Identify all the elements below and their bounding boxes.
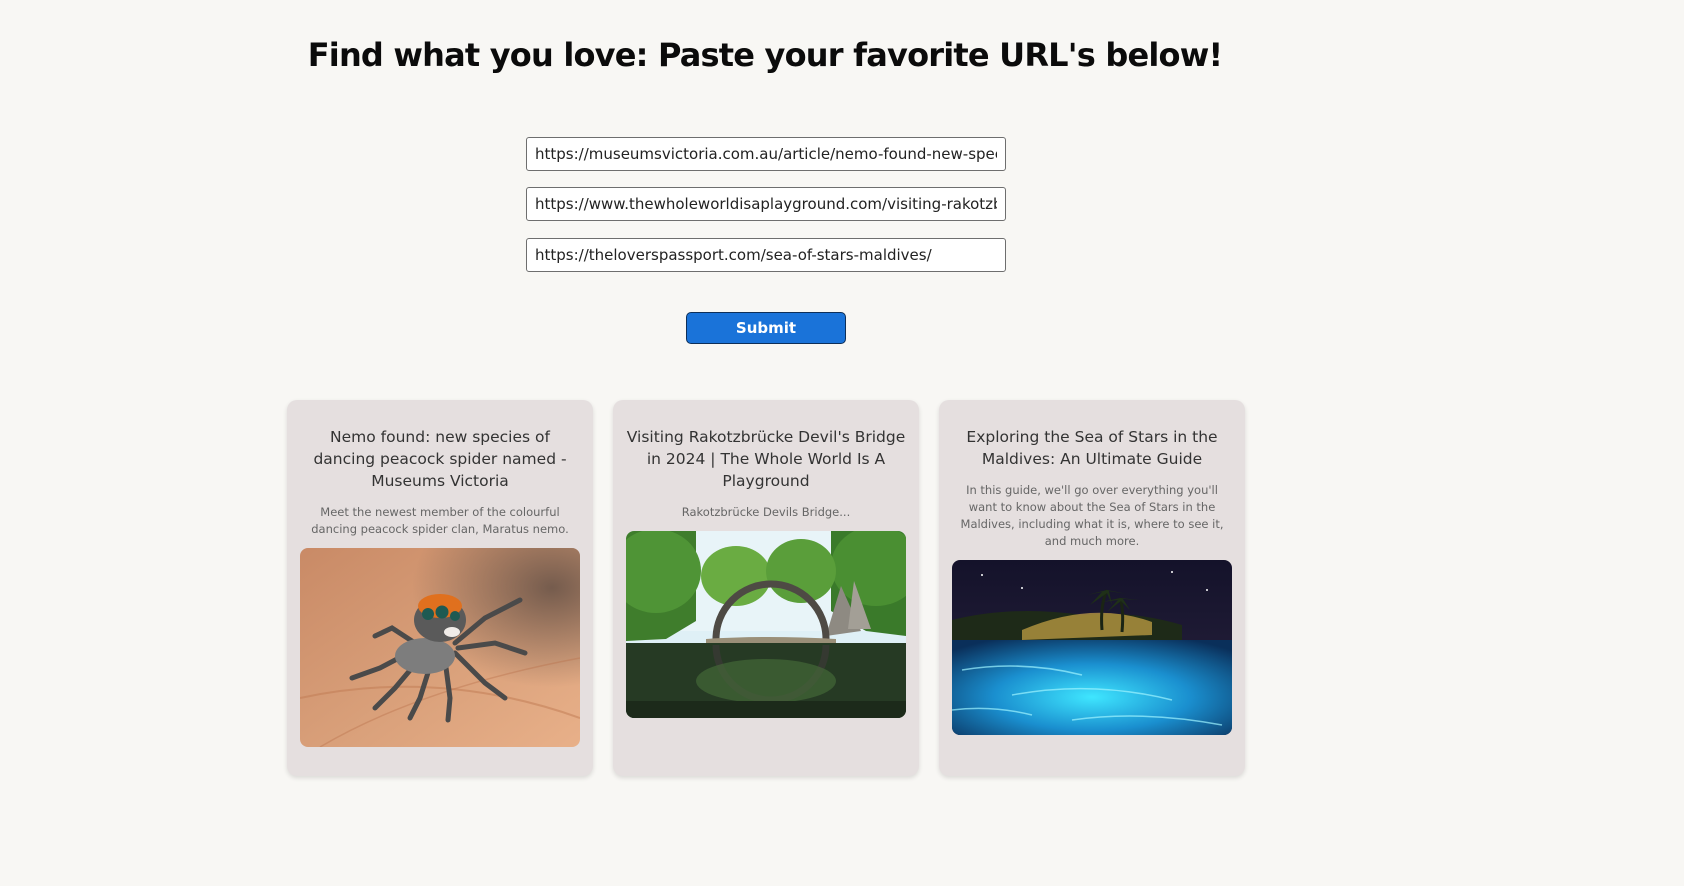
card-image-sea-of-stars xyxy=(952,560,1232,735)
link-card-3[interactable]: Exploring the Sea of Stars in the Maldiv… xyxy=(939,400,1245,776)
card-description: Rakotzbrücke Devils Bridge... xyxy=(681,505,851,519)
card-description: In this guide, we'll go over everything … xyxy=(960,483,1224,548)
card-image-bridge xyxy=(626,531,906,718)
submit-button[interactable]: Submit xyxy=(686,312,846,344)
link-card-2[interactable]: Visiting Rakotzbrücke Devil's Bridge in … xyxy=(613,400,919,776)
card-title: Exploring the Sea of Stars in the Maldiv… xyxy=(966,428,1218,468)
page: Find what you love: Paste your favorite … xyxy=(0,0,1684,886)
page-title: Find what you love: Paste your favorite … xyxy=(307,36,1223,74)
url-input-3[interactable] xyxy=(526,238,1006,272)
card-title: Visiting Rakotzbrücke Devil's Bridge in … xyxy=(626,428,906,490)
card-image-spider xyxy=(300,548,580,747)
url-input-2[interactable] xyxy=(526,187,1006,221)
card-description: Meet the newest member of the colourful … xyxy=(311,505,569,536)
url-input-1[interactable] xyxy=(526,137,1006,171)
link-card-1[interactable]: Nemo found: new species of dancing peaco… xyxy=(287,400,593,776)
card-title: Nemo found: new species of dancing peaco… xyxy=(313,428,567,490)
